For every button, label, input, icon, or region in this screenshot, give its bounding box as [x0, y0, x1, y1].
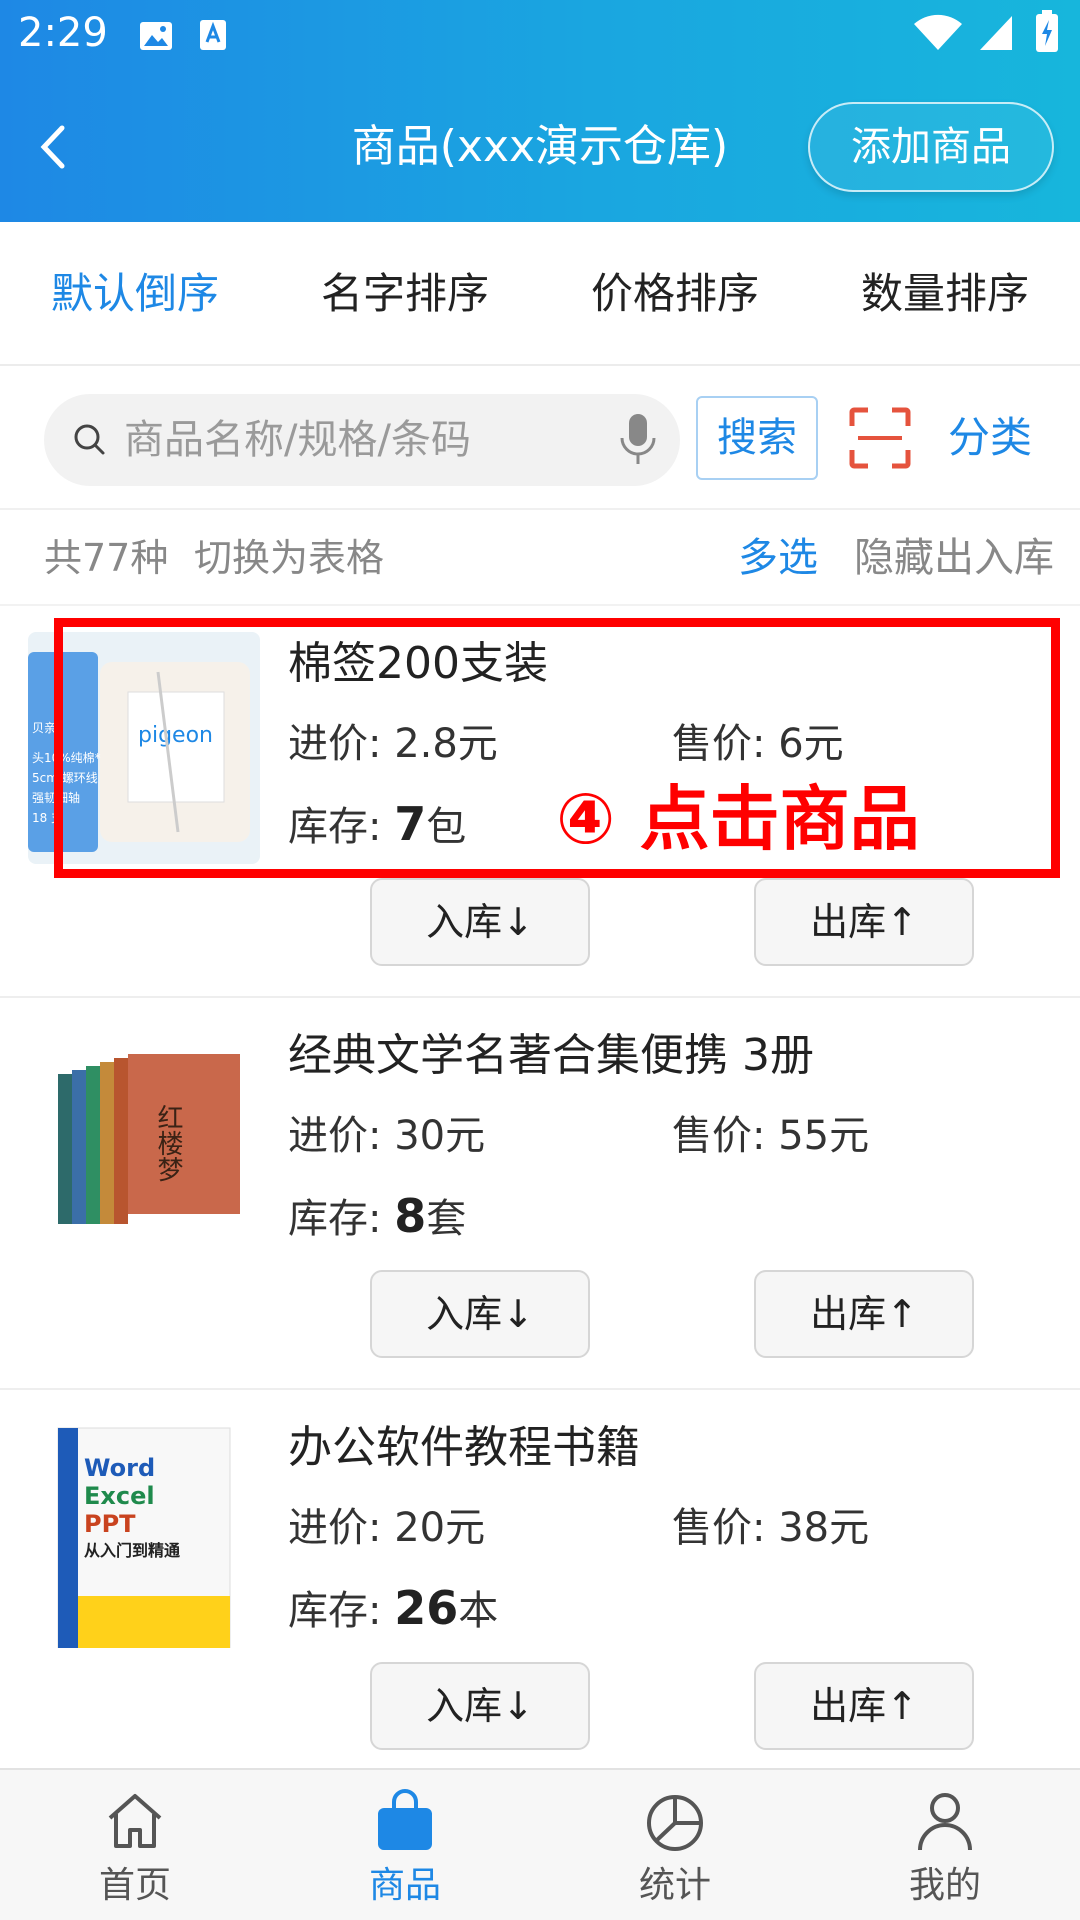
search-button[interactable]: 搜索 [696, 396, 818, 480]
nav-label-stats: 统计 [638, 1865, 711, 1906]
svg-text:Excel: Excel [84, 1482, 155, 1510]
product-name: 棉签200支装 [288, 638, 548, 689]
search-row: 搜索 分类 [0, 366, 1080, 510]
stock-unit: 包 [426, 804, 467, 850]
stock-unit: 本 [458, 1588, 499, 1634]
search-icon [74, 424, 105, 455]
shopping-bag-icon [378, 1789, 432, 1850]
tab-sort-name[interactable]: 名字排序 [270, 222, 540, 364]
add-product-button[interactable]: 添加商品 [808, 102, 1054, 192]
image-notification-icon [138, 18, 174, 58]
product-item[interactable]: 红楼梦 经典文学名著合集便携 3册 进价: 30元 售价: 55元 库存: 8套… [0, 996, 1080, 1388]
status-bar: 2:29 [0, 0, 1080, 72]
svg-text:红楼梦: 红楼梦 [153, 1104, 183, 1182]
nav-label-home: 首页 [98, 1865, 171, 1906]
stock-label: 库存: [288, 1196, 382, 1242]
wifi-icon [912, 14, 964, 56]
app-header: 2:29 商品(xxx演示仓库) 添加商品 [0, 0, 1080, 222]
user-icon [918, 1793, 972, 1851]
svg-text:从入门到精通: 从入门到精通 [84, 1541, 180, 1560]
svg-text:Word: Word [84, 1454, 155, 1482]
nav-item-home[interactable]: 首页 [0, 1770, 270, 1920]
product-stock: 库存: 7包 [288, 794, 466, 857]
stock-label: 库存: [288, 804, 382, 850]
product-name: 经典文学名著合集便携 3册 [288, 1030, 814, 1081]
nav-item-stats[interactable]: 统计 [540, 1770, 810, 1920]
svg-text:头10%纯棉*: 头10%纯棉* [32, 751, 101, 765]
product-price: 售价: 55元 [672, 1113, 870, 1159]
status-time: 2:29 [18, 10, 108, 56]
stock-number: 7 [394, 797, 427, 851]
product-count: 共77种 [44, 536, 169, 580]
list-info-row: 共77种 切换为表格 多选 隐藏出入库 [0, 510, 1080, 606]
stock-number: 26 [394, 1581, 459, 1635]
stock-number: 8 [394, 1189, 427, 1243]
product-price: 售价: 6元 [672, 721, 844, 767]
stock-label: 库存: [288, 1588, 382, 1634]
search-box [44, 394, 680, 486]
home-icon [108, 1794, 162, 1848]
nav-item-me[interactable]: 我的 [810, 1770, 1080, 1920]
svg-text:18 支: 18 支 [32, 811, 63, 825]
stock-out-button[interactable]: 出库↑ [754, 1270, 974, 1358]
product-cost: 进价: 30元 [288, 1113, 486, 1159]
svg-text:贝亲: 贝亲 [32, 721, 56, 735]
tab-sort-price[interactable]: 价格排序 [540, 222, 810, 364]
microphone-icon[interactable] [618, 412, 658, 468]
stock-in-button[interactable]: 入库↓ [370, 1662, 590, 1750]
stock-in-button[interactable]: 入库↓ [370, 1270, 590, 1358]
product-item[interactable]: Word Excel PPT 从入门到精通 办公软件教程书籍 进价: 20元 售… [0, 1388, 1080, 1780]
signal-icon [978, 14, 1014, 56]
bottom-nav: 首页 商品 统计 我的 [0, 1768, 1080, 1920]
product-image-office-book: Word Excel PPT 从入门到精通 [28, 1416, 260, 1648]
product-image-cotton-swabs: pigeon 贝亲 头10%纯棉* 5cm 螺环线 强韧细轴 18 支 [28, 632, 260, 864]
battery-icon [1034, 10, 1060, 58]
nav-label-me: 我的 [908, 1865, 981, 1906]
product-cost: 进价: 2.8元 [288, 721, 498, 767]
tutorial-annotation-text: ④ 点击商品 [556, 778, 920, 860]
product-name: 办公软件教程书籍 [288, 1422, 640, 1473]
product-stock: 库存: 26本 [288, 1578, 498, 1641]
nav-item-products[interactable]: 商品 [270, 1770, 540, 1920]
search-input[interactable] [124, 406, 604, 474]
sort-tabs: 默认倒序 名字排序 价格排序 数量排序 [0, 222, 1080, 366]
tab-default-desc[interactable]: 默认倒序 [0, 222, 270, 364]
pie-chart-icon [647, 1795, 703, 1851]
svg-text:PPT: PPT [84, 1510, 136, 1538]
product-cost: 进价: 20元 [288, 1505, 486, 1551]
product-price: 售价: 38元 [672, 1505, 870, 1551]
svg-text:5cm 螺环线: 5cm 螺环线 [32, 771, 98, 785]
product-stock: 库存: 8套 [288, 1186, 466, 1249]
svg-text:pigeon: pigeon [138, 723, 213, 748]
stock-out-button[interactable]: 出库↑ [754, 878, 974, 966]
toggle-table-view-link[interactable]: 切换为表格 [194, 510, 384, 606]
hide-inout-button[interactable]: 隐藏出入库 [854, 510, 1054, 606]
product-image-classic-novels: 红楼梦 [28, 1024, 260, 1256]
svg-text:强韧细轴: 强韧细轴 [32, 790, 80, 805]
title-bar: 商品(xxx演示仓库) 添加商品 [0, 72, 1080, 222]
multi-select-button[interactable]: 多选 [738, 510, 818, 606]
scan-icon[interactable] [848, 406, 912, 470]
tab-sort-quantity[interactable]: 数量排序 [810, 222, 1080, 364]
stock-in-button[interactable]: 入库↓ [370, 878, 590, 966]
stock-out-button[interactable]: 出库↑ [754, 1662, 974, 1750]
nav-label-products: 商品 [368, 1865, 441, 1906]
stock-unit: 套 [426, 1196, 467, 1242]
app-notification-icon [198, 18, 230, 58]
category-button[interactable]: 分类 [948, 402, 1032, 474]
